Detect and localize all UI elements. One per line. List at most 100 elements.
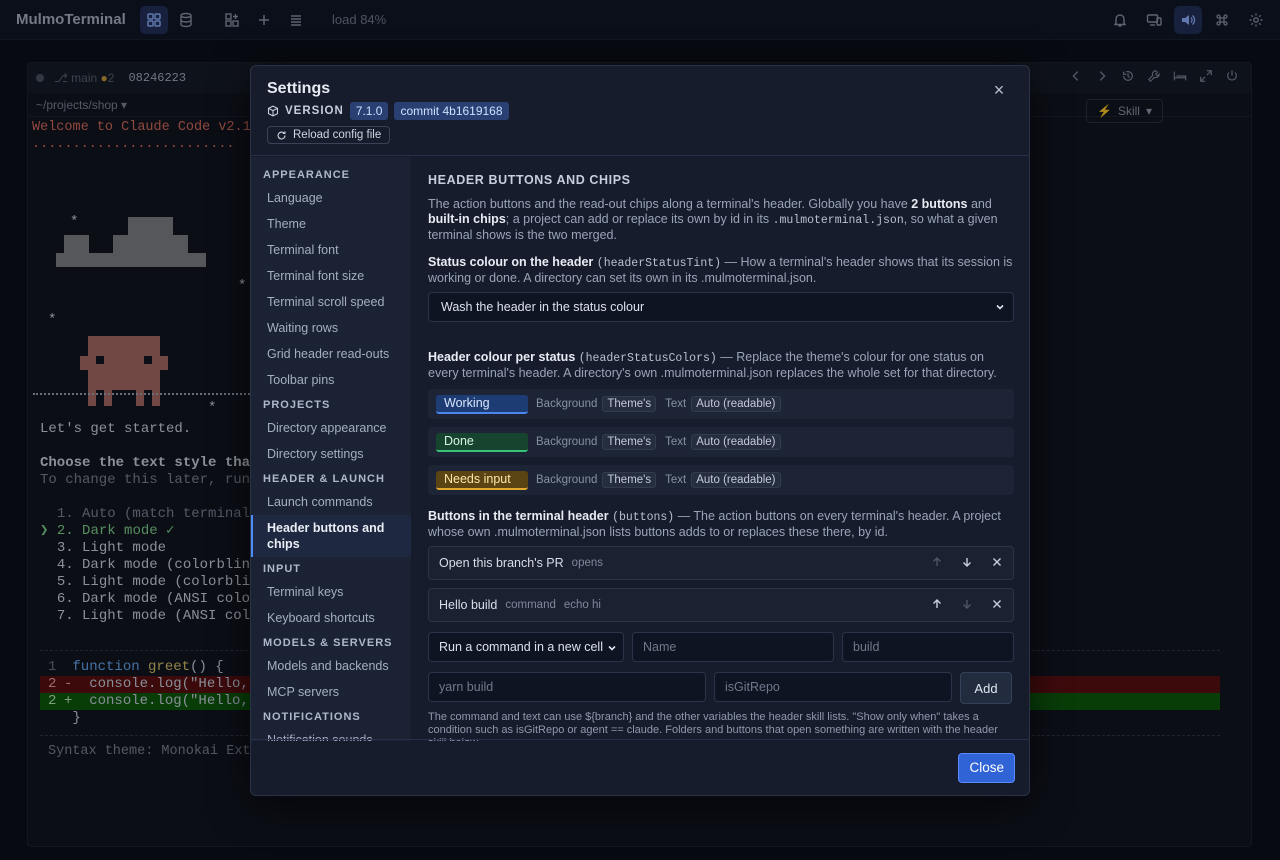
settings-sidebar: APPEARANCE Language Theme Terminal font Term… (251, 157, 411, 741)
reload-label: Reload config file (293, 129, 382, 141)
sidebar-item[interactable]: Directory settings (251, 441, 411, 467)
version-chip: 7.1.0 (349, 102, 389, 120)
commit-chip: commit 4b1619168 (394, 102, 509, 120)
intro-chips: built-in chips (428, 212, 506, 226)
sidebar-item[interactable]: Language (251, 185, 411, 211)
section-intro: The action buttons and the read-out chip… (428, 197, 1014, 243)
intro-text: The action buttons and the read-out chip… (428, 197, 912, 211)
status-chip: Working (436, 394, 528, 414)
sidebar-item[interactable]: Terminal keys (251, 579, 411, 605)
sidebar-item[interactable]: Toolbar pins (251, 367, 411, 393)
sidebar-group-heading: PROJECTS (263, 399, 331, 411)
sidebar-item[interactable]: Launch commands (251, 489, 411, 515)
new-button-form: Run a command in a new cell Name build (428, 632, 1014, 662)
background-value[interactable]: Theme's (602, 434, 657, 450)
settings-footer: Close (251, 739, 1029, 795)
text-value[interactable]: Auto (readable) (691, 472, 781, 488)
button-command-input[interactable]: yarn build (428, 672, 706, 702)
text-value[interactable]: Auto (readable) (691, 434, 781, 450)
colors-field-label: Header colour per status (headerStatusCo… (428, 350, 1014, 381)
header-button-row[interactable]: Open this branch's PR opens (428, 546, 1014, 580)
arrow-up-icon[interactable] (931, 556, 943, 568)
intro-buttons-count: 2 buttons (911, 197, 968, 211)
row-actions (931, 556, 1003, 568)
settings-header: Settings × VERSION 7.1.0 commit 4b161916… (251, 66, 1029, 156)
add-button-button[interactable]: Add (960, 672, 1012, 704)
buttons-key: (buttons) (612, 511, 675, 524)
sidebar-item[interactable]: Terminal font (251, 237, 411, 263)
settings-title: Settings (267, 80, 331, 97)
text-label: Text (665, 474, 687, 486)
button-name: Open this branch's PR (439, 556, 564, 570)
sidebar-group-heading: MODELS & SERVERS (263, 637, 393, 649)
sidebar-group-heading: INPUT (263, 563, 301, 575)
tint-label: Status colour on the header (428, 255, 594, 269)
close-button[interactable]: Close (958, 753, 1015, 783)
tint-key: (headerStatusTint) (596, 257, 722, 270)
settings-dialog: Settings × VERSION 7.1.0 commit 4b161916… (250, 65, 1030, 796)
sidebar-item[interactable]: Keyboard shortcuts (251, 605, 411, 631)
version-row: VERSION 7.1.0 commit 4b1619168 (267, 102, 1013, 120)
background-value[interactable]: Theme's (602, 472, 657, 488)
tint-select[interactable]: Wash the header in the status colour (428, 292, 1014, 322)
header-button-row[interactable]: Hello build command echo hi (428, 588, 1014, 622)
kind-select-value: Run a command in a new cell (439, 640, 603, 654)
reload-config-button[interactable]: Reload config file (267, 126, 391, 144)
close-icon[interactable] (991, 598, 1003, 610)
buttons-help-note: The command and text can use ${branch} a… (428, 711, 998, 741)
status-color-list: Working Background Theme's Text Auto (readab… (428, 389, 1014, 495)
intro-file: .mulmoterminal.json (772, 214, 904, 227)
arrow-up-icon[interactable] (931, 598, 943, 610)
sidebar-item[interactable]: Theme (251, 211, 411, 237)
settings-content: HEADER BUTTONS AND CHIPS The action butt… (412, 157, 1029, 741)
sidebar-item[interactable]: Models and backends (251, 653, 411, 679)
intro-text: and (967, 197, 992, 211)
button-name-input[interactable]: Name (632, 632, 834, 662)
button-kind: command (505, 599, 556, 611)
refresh-icon (277, 130, 286, 140)
sidebar-item[interactable]: Directory appearance (251, 415, 411, 441)
sidebar-group-heading: HEADER & LAUNCH (263, 473, 385, 485)
new-button-form-second: yarn build isGitRepo Add (428, 672, 1014, 704)
tint-select-value: Wash the header in the status colour (441, 300, 645, 314)
sidebar-item[interactable]: Terminal scroll speed (251, 289, 411, 315)
status-chip: Needs input (436, 470, 528, 490)
text-value[interactable]: Auto (readable) (691, 396, 781, 412)
button-detail: echo hi (563, 599, 601, 611)
status-chip: Done (436, 432, 528, 452)
sidebar-item-active[interactable]: Header buttons and chips (251, 515, 411, 557)
chevron-down-icon (996, 304, 1004, 310)
arrow-down-icon[interactable] (961, 556, 973, 568)
status-color-row: Done Background Theme's Text Auto (readable) (428, 427, 1014, 457)
text-label: Text (665, 436, 687, 448)
row-actions (931, 598, 1003, 610)
sidebar-group-heading: APPEARANCE (263, 169, 351, 181)
close-icon[interactable] (991, 556, 1003, 568)
background-label: Background (536, 436, 598, 448)
sidebar-item[interactable]: Terminal font size (251, 263, 411, 289)
colors-label: Header colour per status (428, 350, 576, 364)
colors-key: (headerStatusColors) (578, 352, 717, 365)
chevron-down-icon (608, 645, 616, 651)
sidebar-item[interactable]: Grid header read-outs (251, 341, 411, 367)
text-label: Text (665, 398, 687, 410)
button-kind: opens (571, 557, 604, 569)
sidebar-group-heading: NOTIFICATIONS (263, 711, 361, 723)
package-icon (267, 105, 279, 117)
button-id-input[interactable]: build (842, 632, 1014, 662)
new-button-kind-select[interactable]: Run a command in a new cell (428, 632, 624, 662)
status-color-row: Needs input Background Theme's Text Auto (re… (428, 465, 1014, 495)
show-when-input[interactable]: isGitRepo (714, 672, 952, 702)
background-label: Background (536, 398, 598, 410)
sidebar-item[interactable]: Waiting rows (251, 315, 411, 341)
buttons-field-label: Buttons in the terminal header (buttons)… (428, 509, 1014, 540)
section-title: HEADER BUTTONS AND CHIPS (428, 173, 631, 187)
buttons-label: Buttons in the terminal header (428, 509, 609, 523)
sidebar-item[interactable]: MCP servers (251, 679, 411, 705)
intro-text: ; a project can add or replace its own b… (505, 212, 773, 226)
arrow-down-icon[interactable] (961, 598, 973, 610)
tint-field-label: Status colour on the header (headerStatu… (428, 255, 1014, 286)
background-value[interactable]: Theme's (602, 396, 657, 412)
status-color-row: Working Background Theme's Text Auto (readab… (428, 389, 1014, 419)
close-icon[interactable]: × (991, 81, 1007, 99)
